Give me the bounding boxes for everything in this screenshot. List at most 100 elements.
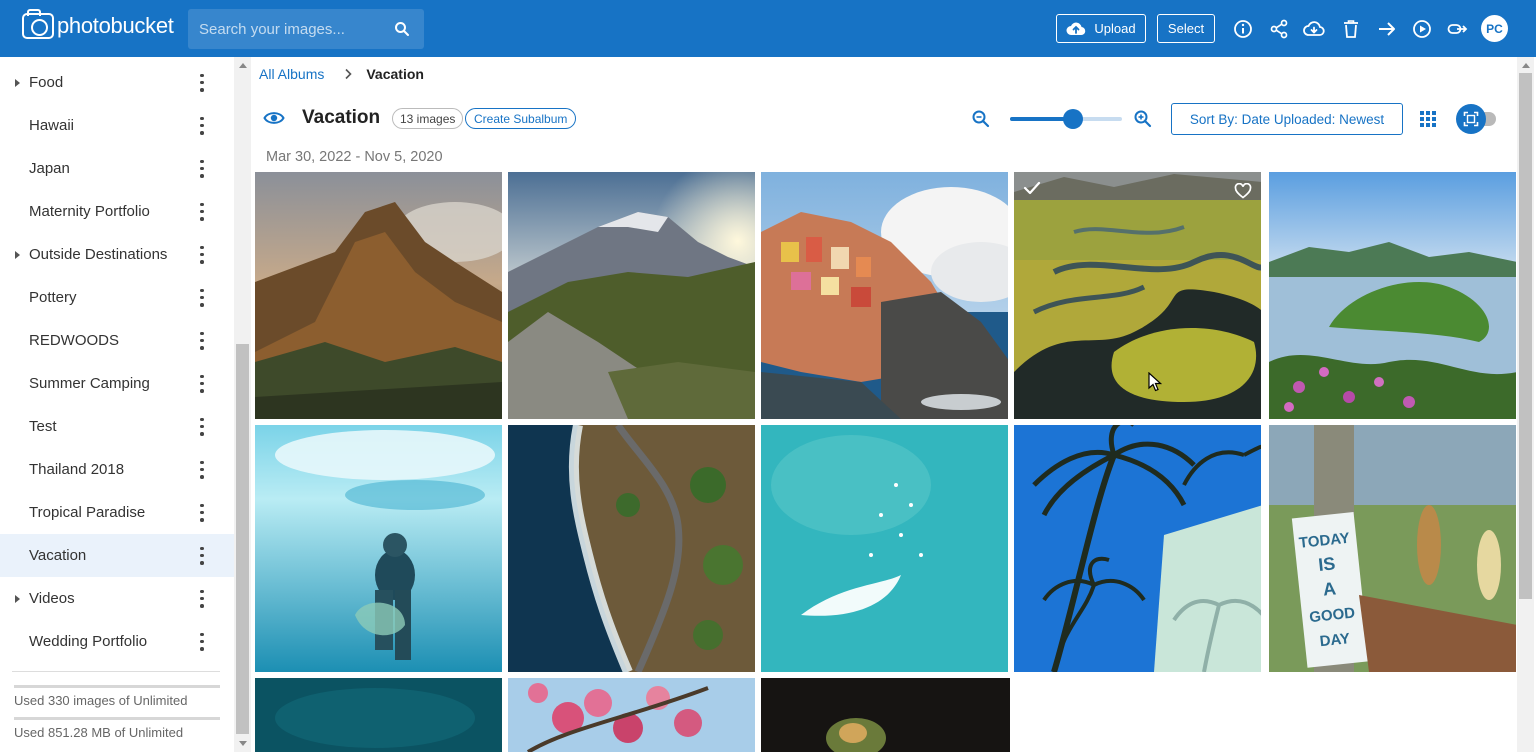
top-bar: photobucket Upload Select PC (0, 0, 1536, 57)
more-options-icon[interactable] (199, 632, 205, 651)
scroll-up-arrow-icon[interactable] (239, 63, 247, 68)
expand-caret-icon[interactable] (15, 78, 20, 87)
image-usage-text: Used 330 images of Unlimited (14, 693, 188, 708)
sidebar-album-label: Japan (29, 160, 70, 177)
more-options-icon[interactable] (199, 589, 205, 608)
more-options-icon[interactable] (199, 503, 205, 522)
photo-coastal-road-aerial[interactable] (508, 425, 755, 672)
info-icon[interactable] (1232, 18, 1254, 40)
sidebar-album-label: Hawaii (29, 117, 75, 134)
sidebar-album-label: Tropical Paradise (29, 504, 146, 521)
storage-usage-bar (14, 717, 220, 720)
expand-caret-icon[interactable] (15, 250, 20, 259)
fullscreen-toggle[interactable] (1456, 104, 1498, 134)
breadcrumb: All Albums Vacation (259, 66, 424, 82)
photo-dark-teal-water[interactable] (255, 678, 502, 752)
sidebar-album-summer-camping[interactable]: Summer Camping (0, 362, 234, 405)
photo-today-is-a-good-day-sign[interactable]: TODAY IS A GOOD DAY (1269, 425, 1516, 672)
storage-usage: Used 851.28 MB of Unlimited (14, 717, 220, 740)
more-options-icon[interactable] (199, 374, 205, 393)
cloud-download-icon[interactable] (1303, 18, 1325, 40)
photobucket-logo[interactable]: photobucket (22, 9, 174, 39)
sidebar-album-outside-destinations[interactable]: Outside Destinations (0, 233, 234, 276)
more-options-icon[interactable] (199, 73, 205, 92)
more-options-icon[interactable] (199, 417, 205, 436)
photo-cinque-terre[interactable] (761, 172, 1008, 419)
slideshow-play-icon[interactable] (1411, 18, 1433, 40)
photo-underwater-diver[interactable] (255, 425, 502, 672)
scroll-down-arrow-icon[interactable] (239, 741, 247, 746)
image-count-badge: 13 images (392, 108, 464, 129)
sidebar-album-food[interactable]: Food (0, 61, 234, 104)
favorite-heart-icon[interactable] (1234, 183, 1252, 199)
sidebar-scroll-thumb[interactable] (236, 344, 249, 734)
user-avatar[interactable]: PC (1481, 15, 1508, 42)
sidebar-album-hawaii[interactable]: Hawaii (0, 104, 234, 147)
main-scroll-thumb[interactable] (1519, 73, 1532, 599)
photo-palm-trees-blue-sky[interactable] (1014, 425, 1261, 672)
photo-pink-blossoms[interactable] (508, 678, 755, 752)
sidebar-album-redwoods[interactable]: REDWOODS (0, 319, 234, 362)
sidebar-album-tropical-paradise[interactable]: Tropical Paradise (0, 491, 234, 534)
sort-dropdown[interactable]: Sort By: Date Uploaded: Newest (1171, 103, 1403, 135)
more-options-icon[interactable] (199, 202, 205, 221)
breadcrumb-current: Vacation (366, 66, 424, 82)
expand-caret-icon[interactable] (15, 594, 20, 603)
zoom-in-icon[interactable] (1133, 109, 1153, 129)
zoom-slider-handle[interactable] (1062, 109, 1083, 129)
album-sidebar: Used 330 images of Unlimited Used 851.28… (0, 57, 234, 752)
sidebar-album-label: Test (29, 418, 57, 435)
visibility-eye-icon[interactable] (263, 110, 285, 126)
zoom-out-icon[interactable] (971, 109, 991, 129)
more-options-icon[interactable] (199, 288, 205, 307)
photo-turquoise-sea-aerial[interactable] (761, 425, 1008, 672)
mouse-cursor-icon (1148, 372, 1162, 392)
search-box (188, 9, 424, 49)
sidebar-album-videos[interactable]: Videos (0, 577, 234, 620)
selected-check-icon[interactable] (1023, 181, 1041, 195)
copy-link-icon[interactable] (1447, 18, 1469, 40)
upload-button[interactable]: Upload (1056, 14, 1146, 43)
main-scrollbar[interactable] (1517, 57, 1534, 752)
upload-label: Upload (1094, 21, 1136, 36)
fullscreen-icon (1456, 104, 1486, 134)
trash-icon[interactable] (1340, 18, 1362, 40)
sidebar-album-japan[interactable]: Japan (0, 147, 234, 190)
grid-view-icon[interactable] (1420, 111, 1437, 127)
zoom-slider[interactable] (1010, 109, 1122, 129)
more-options-icon[interactable] (199, 116, 205, 135)
sidebar-album-pottery[interactable]: Pottery (0, 276, 234, 319)
share-icon[interactable] (1268, 18, 1290, 40)
svg-text:IS: IS (1317, 553, 1336, 575)
search-icon[interactable] (394, 21, 410, 37)
breadcrumb-all-albums[interactable]: All Albums (259, 66, 324, 82)
more-options-icon[interactable] (199, 245, 205, 264)
sidebar-album-maternity-portfolio[interactable]: Maternity Portfolio (0, 190, 234, 233)
photo-lake-peninsula[interactable] (1269, 172, 1516, 419)
sidebar-scrollbar[interactable] (234, 57, 251, 752)
main-scroll-up-arrow-icon[interactable] (1522, 63, 1530, 68)
sidebar-album-test[interactable]: Test (0, 405, 234, 448)
search-input[interactable] (188, 20, 388, 38)
more-options-icon[interactable] (199, 331, 205, 350)
more-options-icon[interactable] (199, 546, 205, 565)
sidebar-album-label: REDWOODS (29, 332, 119, 349)
select-button[interactable]: Select (1157, 14, 1215, 43)
photo-plated-food[interactable] (761, 678, 1010, 752)
sidebar-album-vacation[interactable]: Vacation (0, 534, 234, 577)
create-subalbum-button[interactable]: Create Subalbum (465, 108, 577, 129)
photo-mountain-sunburst[interactable] (508, 172, 755, 419)
sidebar-album-label: Videos (29, 590, 75, 607)
svg-text:DAY: DAY (1319, 630, 1351, 650)
photo-green-river-wetland[interactable] (1014, 172, 1261, 419)
sidebar-album-label: Wedding Portfolio (29, 633, 148, 650)
sidebar-album-wedding-portfolio[interactable]: Wedding Portfolio (0, 620, 234, 663)
sidebar-album-label: Summer Camping (29, 375, 150, 392)
more-options-icon[interactable] (199, 460, 205, 479)
more-options-icon[interactable] (199, 159, 205, 178)
chevron-right-icon (345, 68, 352, 80)
sidebar-album-thailand-2018[interactable]: Thailand 2018 (0, 448, 234, 491)
photo-kalalau-cliffs[interactable] (255, 172, 502, 419)
cloud-upload-icon (1066, 22, 1086, 36)
move-arrow-icon[interactable] (1376, 18, 1398, 40)
